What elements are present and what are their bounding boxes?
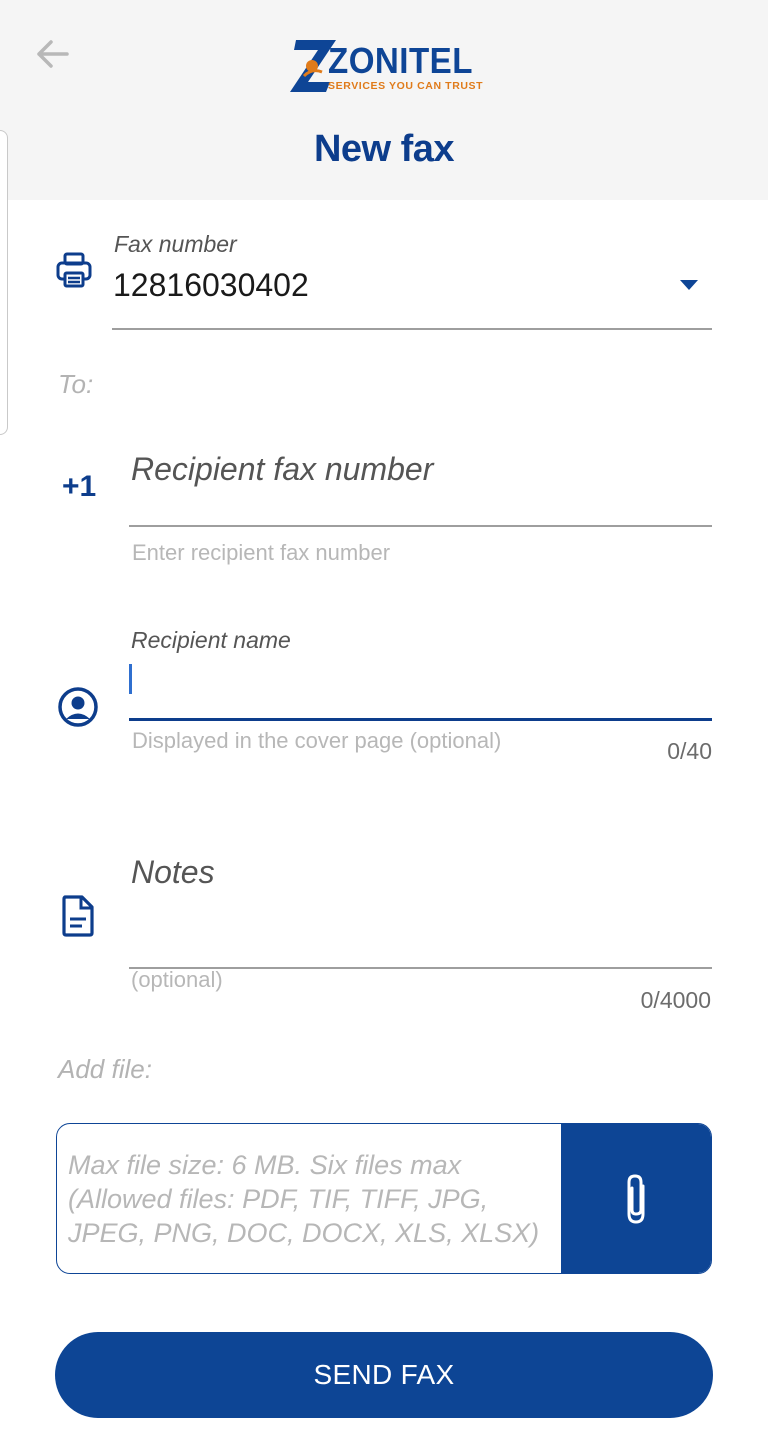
printer-icon <box>52 248 96 292</box>
arrow-left-icon <box>37 40 69 68</box>
side-drawer-handle[interactable] <box>0 130 8 435</box>
back-button[interactable] <box>30 32 74 76</box>
file-upload-area[interactable]: Max file size: 6 MB. Six files max (Allo… <box>56 1123 712 1274</box>
text-cursor <box>129 664 132 694</box>
recipient-name-counter: 0/40 <box>667 738 712 764</box>
recipient-name-label: Recipient name <box>131 627 291 653</box>
paperclip-icon <box>627 1173 645 1224</box>
document-icon <box>58 893 98 939</box>
file-requirements: Max file size: 6 MB. Six files max (Allo… <box>68 1148 558 1250</box>
attach-file-button[interactable] <box>561 1124 711 1273</box>
notes-counter: 0/4000 <box>640 987 711 1013</box>
caret-down-icon[interactable] <box>680 280 698 290</box>
recipient-name-input[interactable] <box>129 660 712 716</box>
recipient-name-underline <box>129 718 712 721</box>
logo-text: ZONITEL <box>328 40 473 81</box>
country-code[interactable]: +1 <box>62 470 96 504</box>
page-title: New fax <box>313 128 455 170</box>
recipient-fax-underline <box>129 525 712 527</box>
to-label: To: <box>58 369 94 399</box>
file-req-line-3: JPEG, PNG, DOC, DOCX, XLS, XLSX) <box>68 1218 540 1248</box>
user-circle-icon <box>56 685 100 729</box>
logo-tagline: SERVICES YOU CAN TRUST <box>328 80 484 92</box>
add-file-label: Add file: <box>58 1054 152 1084</box>
notes-helper: (optional) <box>131 967 223 992</box>
notes-input[interactable]: Notes <box>131 854 215 891</box>
file-req-line-1: Max file size: 6 MB. Six files max <box>68 1150 462 1180</box>
recipient-fax-helper: Enter recipient fax number <box>132 540 391 565</box>
app-header: ZONITEL SERVICES YOU CAN TRUST New fax <box>0 0 768 200</box>
send-fax-button[interactable]: SEND FAX <box>55 1332 713 1418</box>
recipient-fax-input[interactable]: Recipient fax number <box>131 451 433 488</box>
fax-number-select[interactable]: 12816030402 <box>113 267 309 304</box>
zonitel-logo: ZONITEL SERVICES YOU CAN TRUST <box>290 38 483 96</box>
fax-number-underline <box>112 328 712 330</box>
fax-number-label: Fax number <box>114 231 237 257</box>
recipient-name-helper: Displayed in the cover page (optional) <box>132 728 502 753</box>
file-req-line-2: (Allowed files: PDF, TIF, TIFF, JPG, <box>68 1184 489 1214</box>
